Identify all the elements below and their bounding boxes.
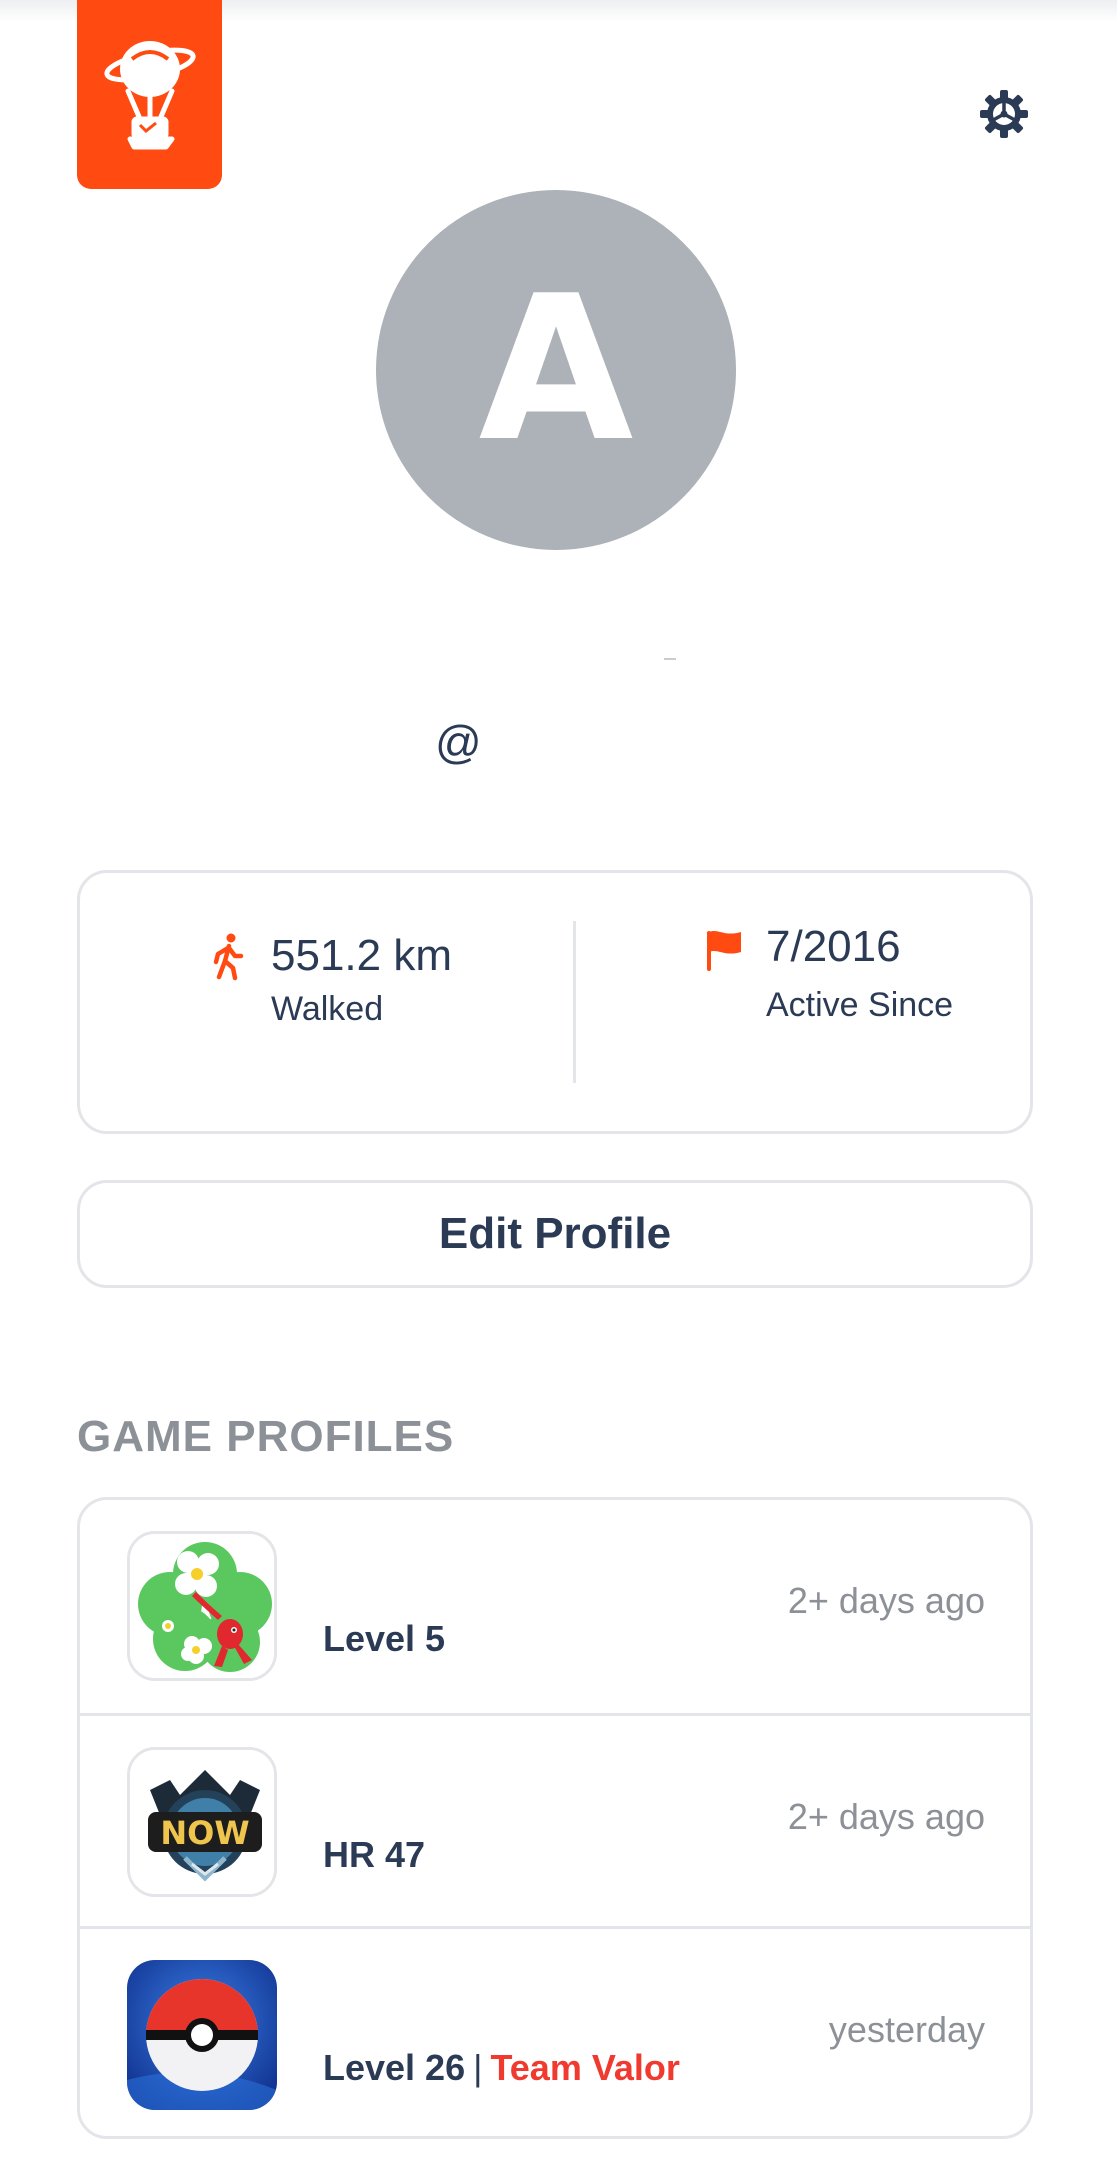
list-item[interactable]: NOW HR 47 2+ days ago xyxy=(80,1713,1030,1926)
pokeball-icon xyxy=(127,1960,277,2110)
hot-air-balloon-icon xyxy=(103,40,196,149)
list-item[interactable]: Level 5 2+ days ago xyxy=(80,1500,1030,1713)
svg-text:NOW: NOW xyxy=(160,1814,249,1852)
active-since-label: Active Since xyxy=(766,986,954,1024)
settings-button[interactable] xyxy=(978,88,1030,140)
separator: | xyxy=(473,2047,483,2088)
flag-icon xyxy=(707,930,741,971)
game-level-text: Level 5 xyxy=(323,1618,446,1659)
game-level-text: HR 47 xyxy=(323,1834,426,1875)
active-since-date: 7/2016 xyxy=(766,922,901,971)
profile-page: A @ 551.2 km Walked 7/2016 Active Since … xyxy=(0,0,1117,2171)
walking-person-icon xyxy=(213,933,244,981)
display-name xyxy=(300,612,817,662)
game-profile-name xyxy=(323,1546,623,1576)
game-level-text: Level 26 xyxy=(323,2047,466,2088)
team-name: Team Valor xyxy=(490,2047,680,2088)
game-level: HR 47 xyxy=(323,1834,425,1876)
last-active-time: 2+ days ago xyxy=(787,1580,985,1621)
walked-label: Walked xyxy=(271,990,384,1028)
pikmin-bloom-icon xyxy=(127,1531,277,1681)
last-active-time: 2+ days ago xyxy=(787,1796,985,1837)
walked-distance: 551.2 km xyxy=(271,931,452,980)
list-item[interactable]: Level 26 | Team Valor yesterday xyxy=(80,1926,1030,2136)
game-level: Level 5 xyxy=(323,1618,445,1660)
avatar[interactable]: A xyxy=(376,190,736,550)
last-active-time: yesterday xyxy=(828,2009,985,2050)
monster-hunter-now-icon: NOW xyxy=(127,1747,277,1897)
user-handle: @ xyxy=(435,716,482,768)
stats-divider xyxy=(573,921,576,1083)
display-name-underline xyxy=(664,658,676,660)
gear-icon xyxy=(980,90,1028,138)
game-profile-name xyxy=(323,1975,623,2005)
game-level: Level 26 | Team Valor xyxy=(323,2047,680,2089)
app-logo[interactable] xyxy=(77,0,222,189)
section-title-game-profiles: GAME PROFILES xyxy=(77,1412,455,1461)
edit-profile-button[interactable]: Edit Profile xyxy=(77,1180,1033,1288)
avatar-initial: A xyxy=(478,253,634,486)
game-profile-name xyxy=(323,1762,623,1792)
game-profiles-list: Level 5 2+ days ago NOW HR 47 2+ days ag… xyxy=(77,1497,1033,2139)
